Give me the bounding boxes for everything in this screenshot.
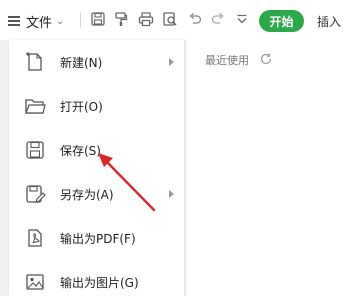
undo-icon[interactable]: [187, 11, 203, 27]
menu-item-label: 打开(O): [60, 99, 103, 114]
toolbar-divider: [80, 12, 81, 28]
export-pdf-icon: [24, 227, 46, 249]
tab-insert[interactable]: 插入: [317, 13, 341, 30]
menu-item-label: 输出为图片(G): [60, 275, 139, 290]
print-icon[interactable]: [138, 11, 154, 27]
chevron-down-icon: ⌄: [56, 15, 65, 27]
top-toolbar: 文件 ⌄ 开始 插入: [0, 0, 353, 40]
more-icon[interactable]: [234, 11, 250, 27]
submenu-arrow-icon: [169, 190, 174, 198]
recent-title: 最近使用: [205, 54, 249, 67]
menu-item-label: 输出为PDF(F): [60, 231, 136, 246]
print-preview-icon[interactable]: [162, 11, 178, 27]
menu-item-save-as[interactable]: 另存为(A): [9, 172, 185, 216]
tab-start[interactable]: 开始: [259, 10, 304, 32]
file-menu-button[interactable]: 文件 ⌄: [8, 8, 78, 34]
hamburger-icon: [8, 16, 20, 26]
menu-item-label: 另存为(A): [60, 187, 114, 202]
save-icon[interactable]: [90, 11, 106, 27]
menu-item-open[interactable]: 打开(O): [9, 84, 185, 128]
menu-item-export-image[interactable]: 输出为图片(G): [9, 260, 185, 296]
file-menu-label: 文件: [26, 15, 53, 31]
menu-item-save[interactable]: 保存(S): [9, 128, 185, 172]
save-as-icon: [24, 183, 46, 205]
menu-item-export-pdf[interactable]: 输出为PDF(F): [9, 216, 185, 260]
menu-item-label: 保存(S): [60, 143, 101, 158]
refresh-icon[interactable]: [259, 52, 273, 66]
new-document-icon: [24, 51, 46, 73]
menu-item-label: 新建(N): [60, 55, 103, 70]
submenu-arrow-icon: [169, 58, 174, 66]
redo-icon[interactable]: [210, 11, 226, 27]
export-image-icon: [24, 271, 46, 293]
save-icon: [24, 139, 46, 161]
file-menu-dropdown: 新建(N) 打开(O) 保存(S) 另存为(A) 输出为PDF(F) 输出为图片…: [9, 40, 185, 296]
open-folder-icon: [24, 95, 46, 117]
menu-item-new[interactable]: 新建(N): [9, 40, 185, 84]
format-painter-icon[interactable]: [113, 11, 129, 27]
sidebar-strip: [0, 40, 9, 296]
